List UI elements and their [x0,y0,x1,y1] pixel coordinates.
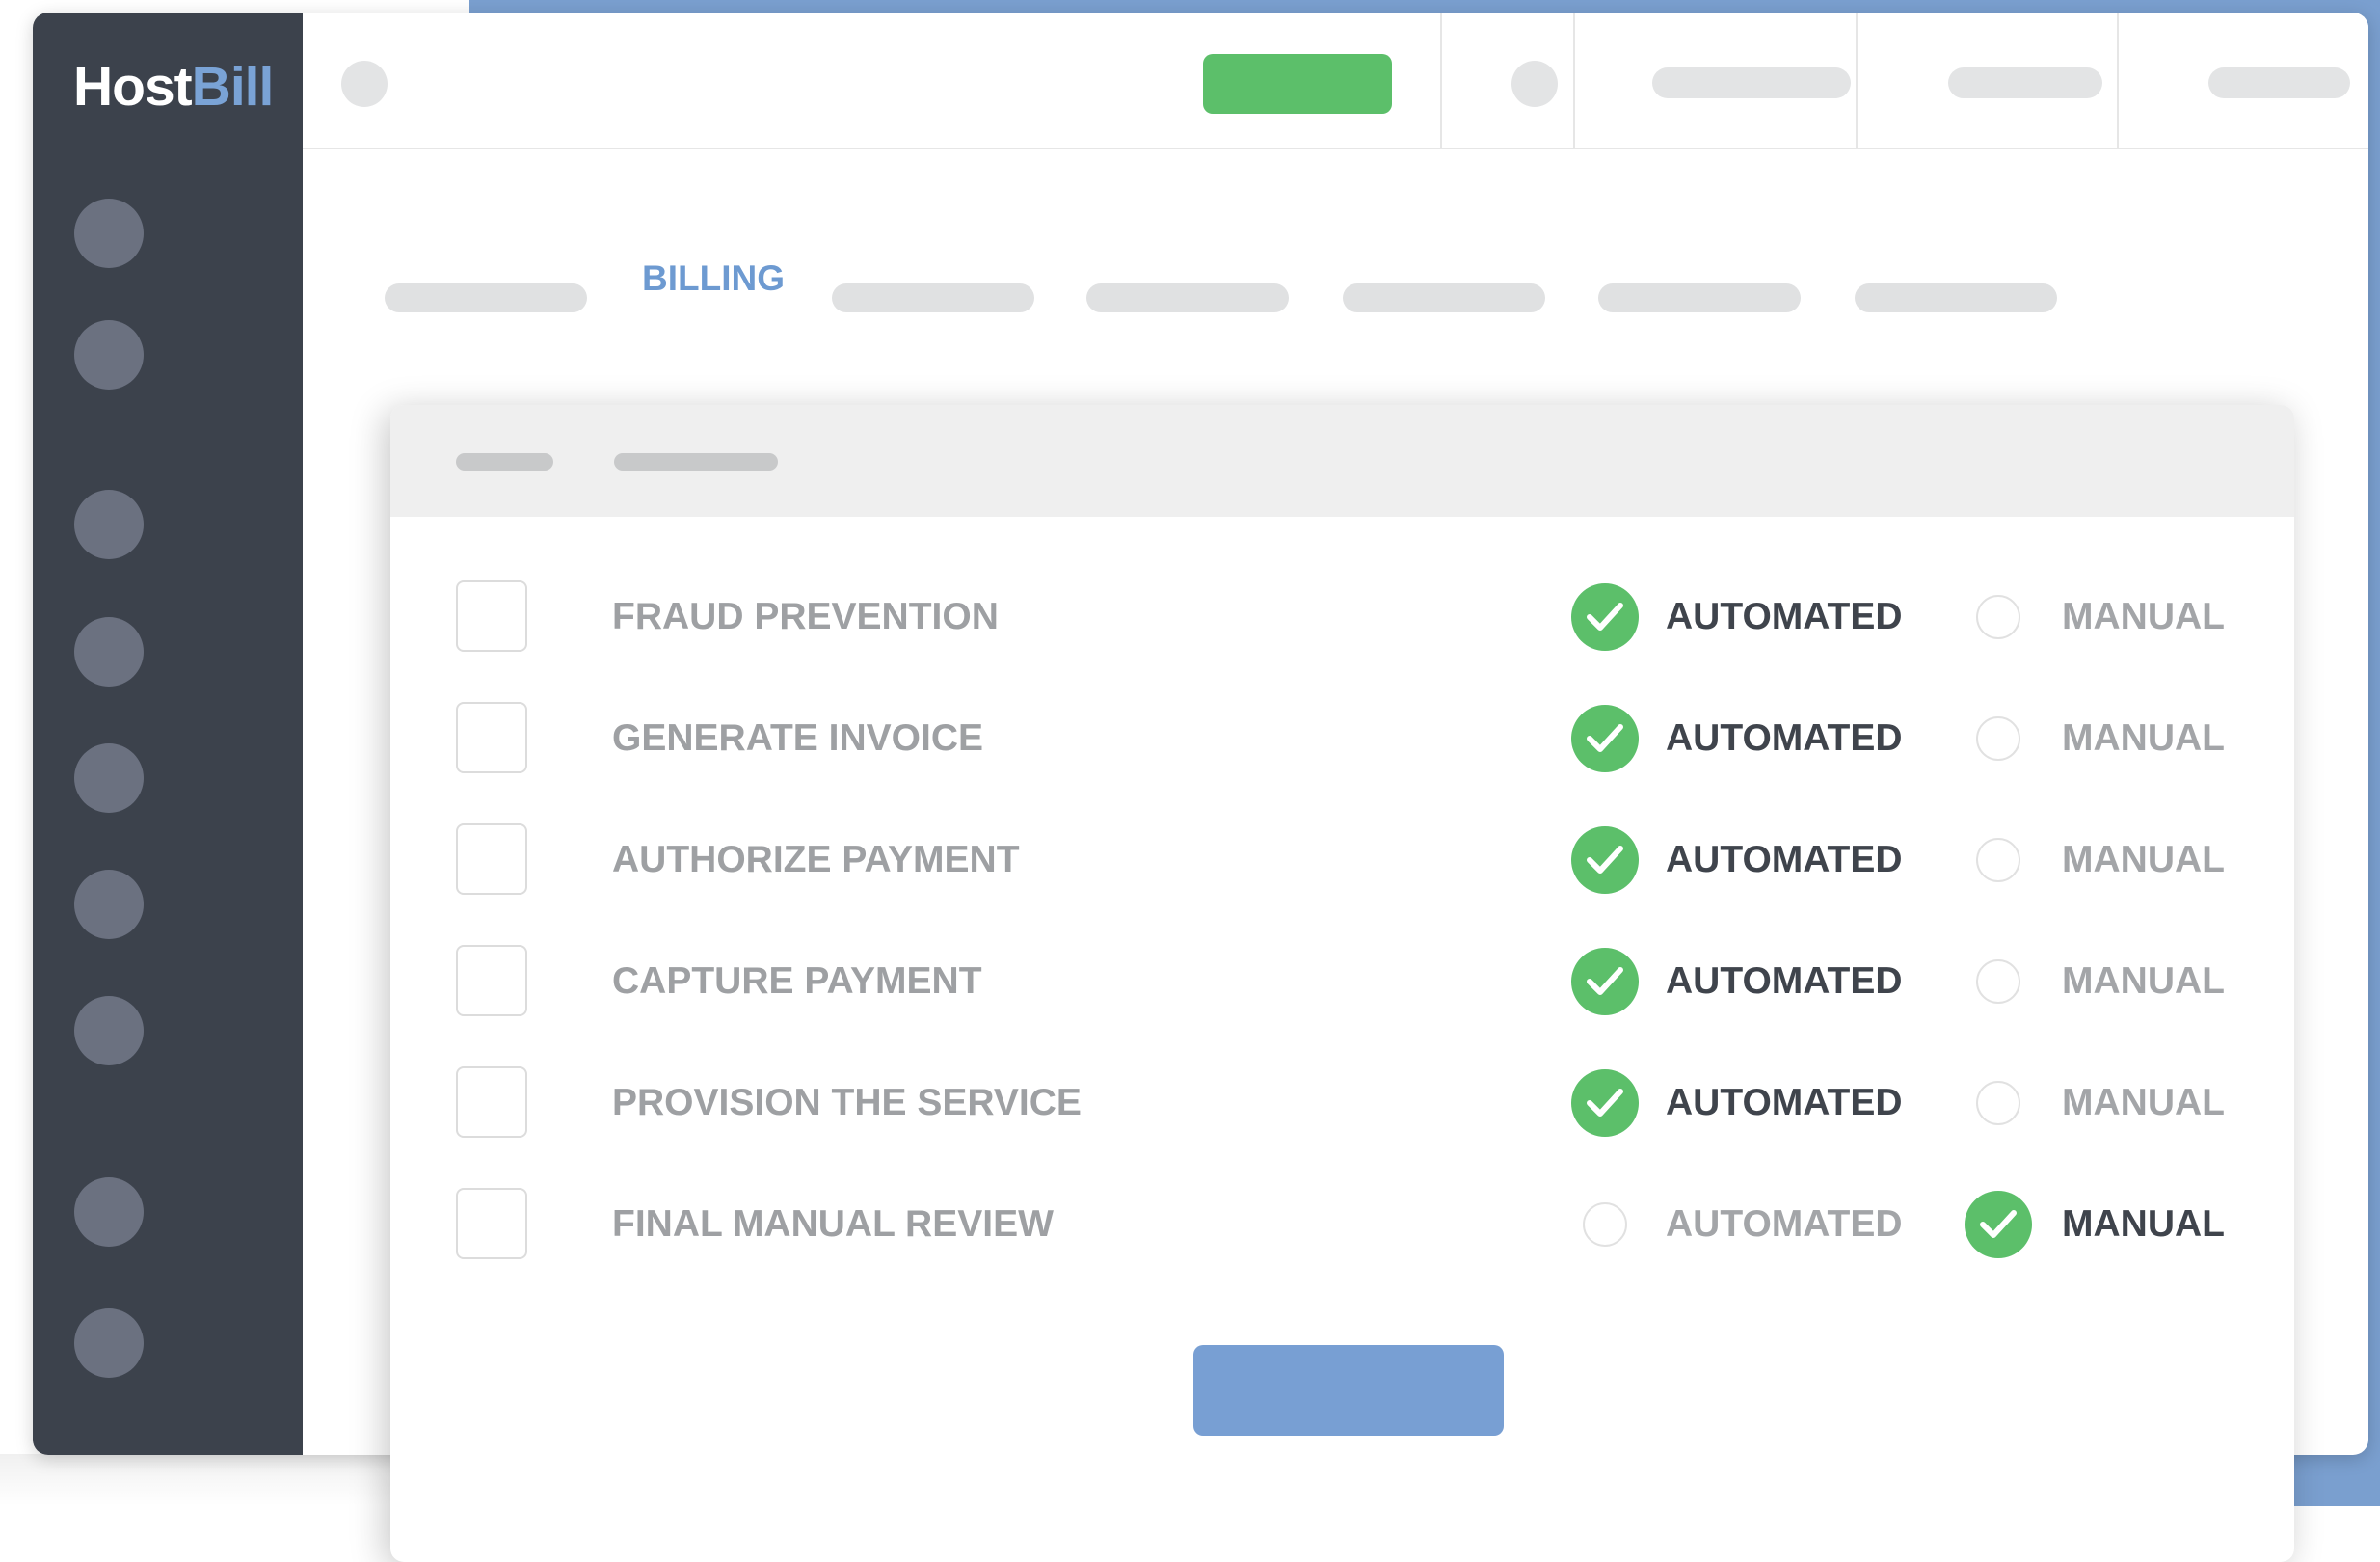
manual-radio[interactable] [1965,1191,2032,1258]
header-placeholder [614,453,778,471]
logo-host: Host [73,56,193,118]
row-checkbox[interactable] [456,1066,527,1138]
sidebar: HostBill [33,13,303,1455]
top-bar [303,13,2368,149]
top-menu-item[interactable] [1652,67,1851,98]
manual-label: MANUAL [2062,1082,2225,1123]
tab-placeholder[interactable] [385,283,587,312]
automated-label: AUTOMATED [1666,717,1903,759]
sidebar-nav-item[interactable] [74,870,144,939]
sidebar-nav-item[interactable] [74,1308,144,1378]
row-checkbox[interactable] [456,945,527,1016]
automated-radio[interactable] [1571,583,1639,651]
divider [1440,13,1442,148]
sidebar-nav-item[interactable] [74,743,144,813]
manual-radio[interactable] [1976,959,2020,1004]
header-placeholder [456,453,553,471]
workflow-row: CAPTURE PAYMENT AUTOMATED MANUAL [390,943,2294,1020]
tab-billing[interactable]: BILLING [642,258,785,299]
manual-label: MANUAL [2062,596,2225,637]
tab-placeholder[interactable] [1086,283,1289,312]
top-menu-item[interactable] [1948,67,2102,98]
row-label: FRAUD PREVENTION [612,596,999,637]
row-label: GENERATE INVOICE [612,717,983,759]
save-button[interactable] [1193,1345,1504,1436]
row-checkbox[interactable] [456,580,527,652]
row-checkbox[interactable] [456,1188,527,1259]
card-header [390,405,2294,517]
top-user-icon[interactable] [1511,61,1558,107]
logo-bill: Bill [191,56,275,118]
automated-radio[interactable] [1571,1069,1639,1137]
tab-placeholder[interactable] [1598,283,1801,312]
workflow-card: FRAUD PREVENTION AUTOMATED MANUAL GENERATE … [390,405,2294,1562]
divider [1856,13,1858,148]
manual-radio[interactable] [1976,838,2020,882]
automated-label: AUTOMATED [1666,596,1903,637]
row-label: FINAL MANUAL REVIEW [612,1203,1054,1245]
manual-radio[interactable] [1976,1081,2020,1125]
divider [2117,13,2119,148]
divider [1573,13,1575,148]
top-menu-item[interactable] [2208,67,2350,98]
manual-radio[interactable] [1976,595,2020,639]
row-checkbox[interactable] [456,702,527,773]
automated-radio[interactable] [1571,948,1639,1015]
background-shadow [0,1454,405,1506]
workflow-row: AUTHORIZE PAYMENT AUTOMATED MANUAL [390,821,2294,899]
top-action-button[interactable] [1203,54,1392,114]
row-label: PROVISION THE SERVICE [612,1082,1082,1123]
row-checkbox[interactable] [456,823,527,895]
manual-radio[interactable] [1976,716,2020,761]
automated-radio[interactable] [1583,1202,1627,1247]
workflow-row: PROVISION THE SERVICE AUTOMATED MANUAL [390,1064,2294,1142]
sidebar-nav-item[interactable] [74,617,144,687]
manual-label: MANUAL [2062,717,2225,759]
sidebar-nav-item[interactable] [74,996,144,1065]
tab-placeholder[interactable] [832,283,1034,312]
tab-placeholder[interactable] [1343,283,1545,312]
manual-label: MANUAL [2062,960,2225,1002]
logo: HostBill [73,55,275,119]
sidebar-nav-item[interactable] [74,1177,144,1247]
automated-radio[interactable] [1571,826,1639,894]
tab-placeholder[interactable] [1855,283,2057,312]
sidebar-nav-item[interactable] [74,490,144,559]
row-label: AUTHORIZE PAYMENT [612,839,1020,880]
top-search-icon[interactable] [341,61,388,107]
workflow-row: GENERATE INVOICE AUTOMATED MANUAL [390,700,2294,777]
row-label: CAPTURE PAYMENT [612,960,982,1002]
workflow-row: FINAL MANUAL REVIEW AUTOMATED MANUAL [390,1186,2294,1263]
automated-label: AUTOMATED [1666,1203,1903,1245]
automated-label: AUTOMATED [1666,1082,1903,1123]
manual-label: MANUAL [2062,1203,2225,1245]
automated-radio[interactable] [1571,705,1639,772]
workflow-row: FRAUD PREVENTION AUTOMATED MANUAL [390,579,2294,656]
sidebar-nav-item[interactable] [74,320,144,390]
automated-label: AUTOMATED [1666,960,1903,1002]
sidebar-nav-item[interactable] [74,199,144,268]
manual-label: MANUAL [2062,839,2225,880]
automated-label: AUTOMATED [1666,839,1903,880]
